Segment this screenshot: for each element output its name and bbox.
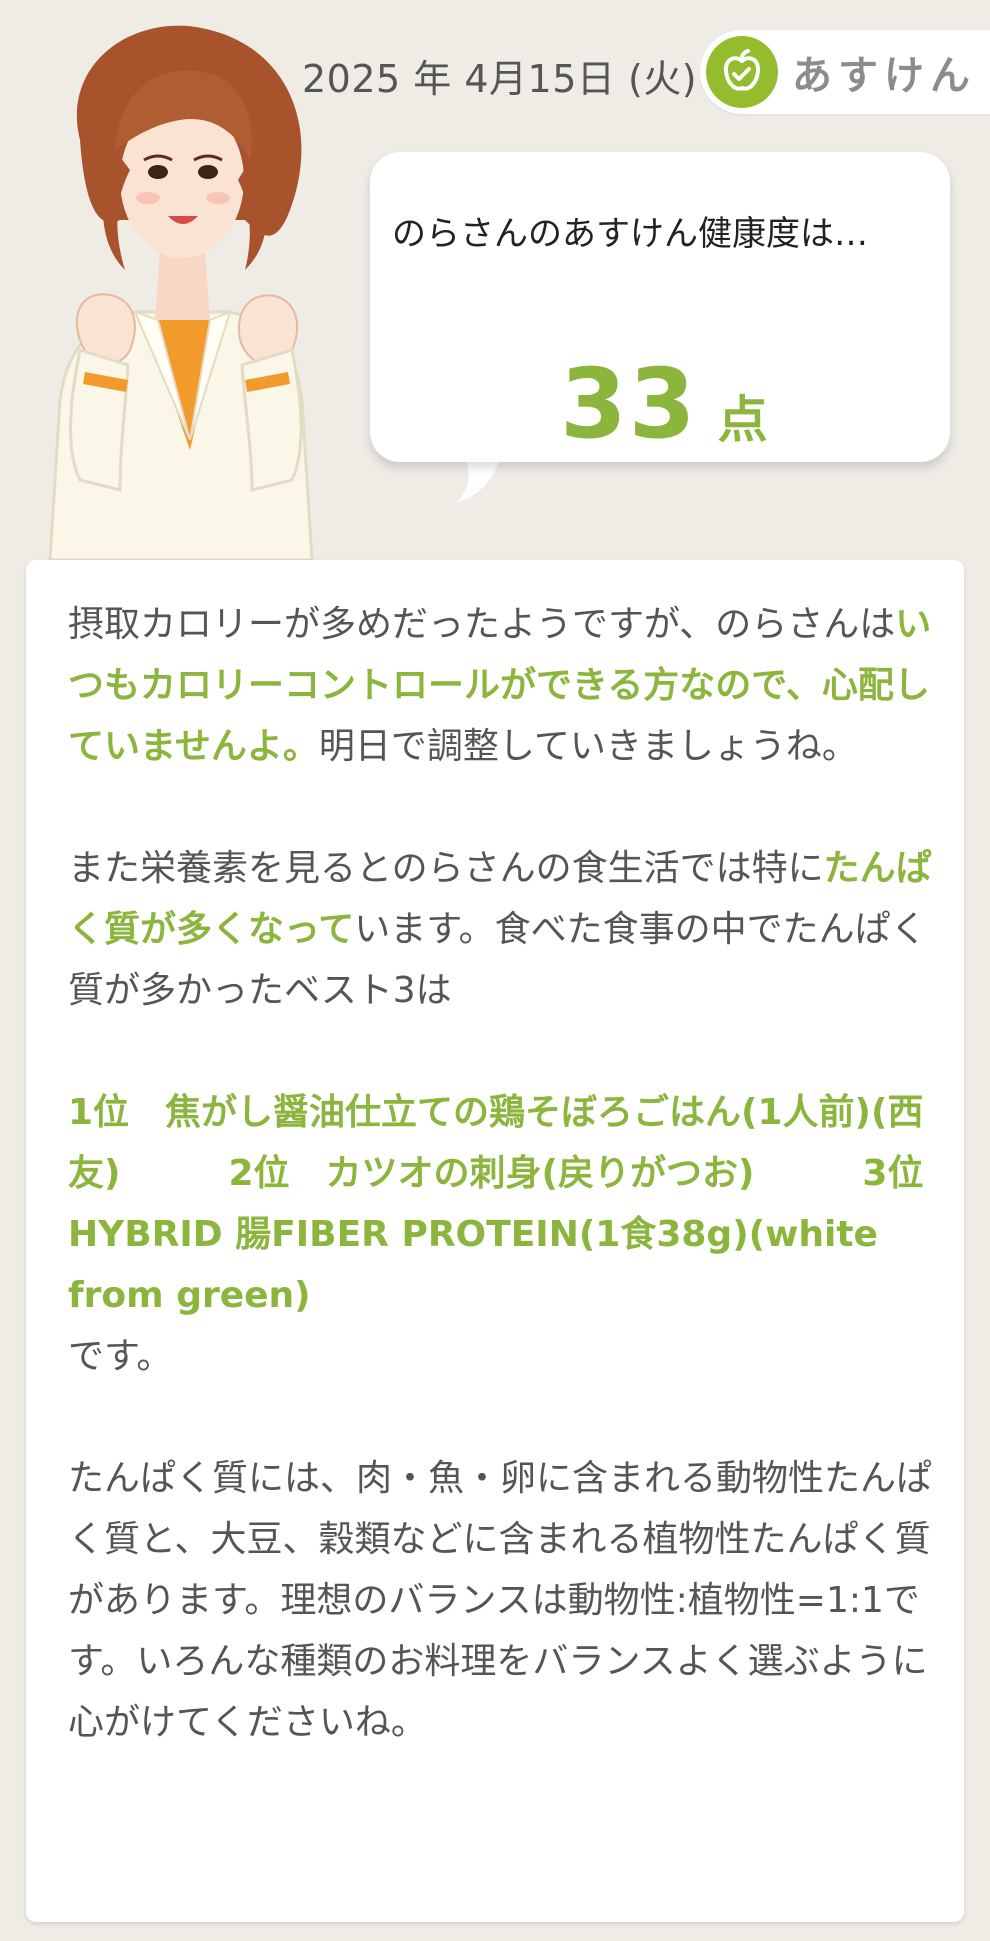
date-label: 2025 年 4月15日 (火): [302, 57, 698, 101]
text-segment: また栄養素を見るとのらさんの食生活では特に: [68, 848, 824, 889]
text-segment: 明日で調整していきましょうね。: [318, 726, 858, 767]
logo-text: あすけん: [792, 53, 976, 99]
health-score: 33 点: [560, 348, 768, 460]
text-segment: です。: [68, 1336, 173, 1377]
advice-paragraph-nutrients: また栄養素を見るとのらさんの食生活では特にたんぱく質が多くなっています。食べた食…: [68, 838, 934, 1021]
score-lead-text: のらさんのあすけん健康度は…: [392, 214, 868, 254]
score-unit: 点: [717, 391, 768, 449]
advice-message: 摂取カロリーが多めだったようですが、のらさんはいつもカロリーコントロールができる…: [68, 594, 959, 1814]
advice-card: 摂取カロリーが多めだったようですが、のらさんはいつもカロリーコントロールができる…: [26, 560, 964, 1922]
advice-paragraph-calories: 摂取カロリーが多めだったようですが、のらさんはいつもカロリーコントロールができる…: [68, 594, 934, 777]
score-speech-bubble: のらさんのあすけん健康度は… 33 点: [370, 152, 950, 462]
asken-logo: あすけん: [700, 30, 990, 114]
text-segment: 摂取カロリーが多めだったようですが、のらさんは: [68, 604, 896, 645]
advice-paragraph-protein: たんぱく質には、肉・魚・卵に含まれる動物性たんぱく質と、大豆、穀類などに含まれる…: [68, 1458, 933, 1743]
score-value: 33: [560, 348, 698, 460]
apple-logo-icon: [706, 36, 778, 108]
advice-paragraph-best3: 1位 焦がし醤油仕立ての鶏そぼろごはん(1人前)(西友) 2位 カツオの刺身(戻…: [68, 1082, 959, 1387]
advisor-avatar: [48, 25, 314, 560]
best3-foods: 1位 焦がし醤油仕立ての鶏そぼろごはん(1人前)(西友) 2位 カツオの刺身(戻…: [68, 1092, 960, 1316]
